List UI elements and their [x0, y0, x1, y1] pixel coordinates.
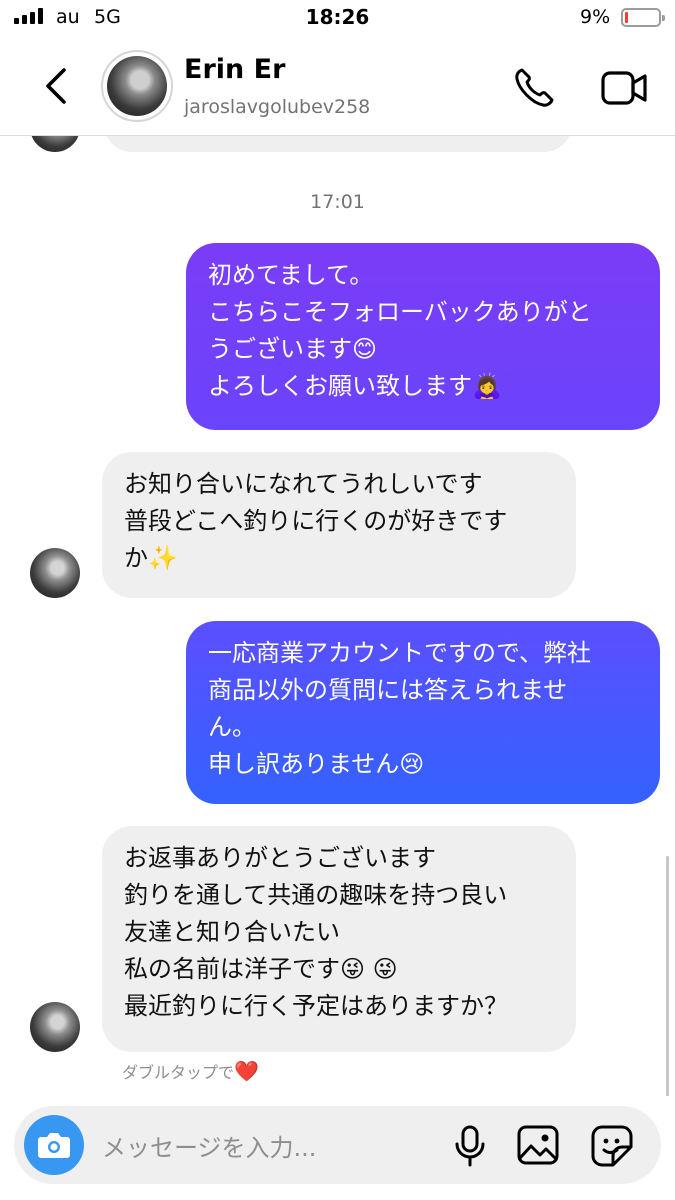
- scrollbar[interactable]: [666, 856, 669, 1096]
- contact-username[interactable]: jaroslavgolubev258: [184, 96, 370, 118]
- phone-icon[interactable]: [512, 66, 556, 110]
- double-tap-hint: ダブルタップで❤️: [122, 1059, 259, 1083]
- chevron-left-icon[interactable]: [40, 64, 76, 108]
- previous-message-bubble[interactable]: [104, 136, 572, 152]
- microphone-icon[interactable]: [452, 1124, 488, 1168]
- clock: 18:26: [305, 5, 370, 29]
- avatar[interactable]: [101, 50, 173, 122]
- camera-icon: [38, 1133, 70, 1158]
- message-line: 商品以外の質問には答えられませ: [208, 676, 568, 704]
- message-line: 釣りを通して共通の趣味を持つ良い: [124, 881, 508, 909]
- message-list[interactable]: 17:01 初めてまして。 こちらこそフォローバックありがと うございます😊 よ…: [0, 136, 675, 1096]
- message-timestamp: 17:01: [310, 191, 365, 213]
- heart-icon: ❤️: [234, 1059, 259, 1083]
- video-camera-icon[interactable]: [600, 68, 648, 108]
- sticker-icon[interactable]: [590, 1124, 634, 1168]
- status-bar: au 5G 18:26 9%: [0, 0, 675, 40]
- message-line: 友達と知り合いたい: [124, 918, 340, 946]
- contact-name[interactable]: Erin Er: [184, 54, 285, 85]
- message-line: 私の名前は洋子です😜 😜: [124, 955, 398, 983]
- message-line: うございます😊: [208, 335, 378, 363]
- battery-icon: [621, 8, 665, 27]
- message-line: 申し訳ありません😢: [208, 750, 425, 778]
- outgoing-message[interactable]: 一応商業アカウントですので、弊社 商品以外の質問には答えられませ ん。 申し訳あ…: [186, 621, 660, 804]
- chat-header: Erin Er jaroslavgolubev258: [0, 40, 675, 136]
- message-input[interactable]: メッセージを入力...: [102, 1128, 316, 1163]
- message-line: よろしくお願い致します🙇‍♀️: [208, 372, 502, 400]
- message-line: お知り合いになれてうれしいです: [124, 470, 483, 498]
- avatar[interactable]: [30, 548, 80, 598]
- outgoing-message[interactable]: 初めてまして。 こちらこそフォローバックありがと うございます😊 よろしくお願い…: [186, 243, 660, 430]
- avatar[interactable]: [30, 136, 80, 152]
- battery-fill: [625, 12, 628, 23]
- avatar[interactable]: [30, 1002, 80, 1052]
- image-icon[interactable]: [516, 1124, 560, 1166]
- message-line: 初めてまして。: [208, 261, 374, 289]
- incoming-message[interactable]: お返事ありがとうございます 釣りを通して共通の趣味を持つ良い 友達と知り合いたい…: [102, 826, 576, 1052]
- battery-percent: 9%: [580, 6, 611, 28]
- incoming-message[interactable]: お知り合いになれてうれしいです 普段どこへ釣りに行くのが好きです か✨: [102, 452, 576, 598]
- message-line: 普段どこへ釣りに行くのが好きです: [124, 507, 508, 535]
- message-composer: メッセージを入力...: [14, 1106, 661, 1184]
- message-line: 一応商業アカウントですので、弊社: [208, 639, 592, 667]
- message-line: 最近釣りに行く予定はありますか？: [124, 992, 508, 1020]
- double-tap-hint-text: ダブルタップで: [122, 1063, 235, 1082]
- message-line: こちらこそフォローバックありがと: [208, 298, 592, 326]
- message-line: か✨: [124, 544, 178, 572]
- message-line: ん。: [208, 713, 256, 741]
- message-line: お返事ありがとうございます: [124, 844, 436, 872]
- camera-button[interactable]: [24, 1115, 84, 1175]
